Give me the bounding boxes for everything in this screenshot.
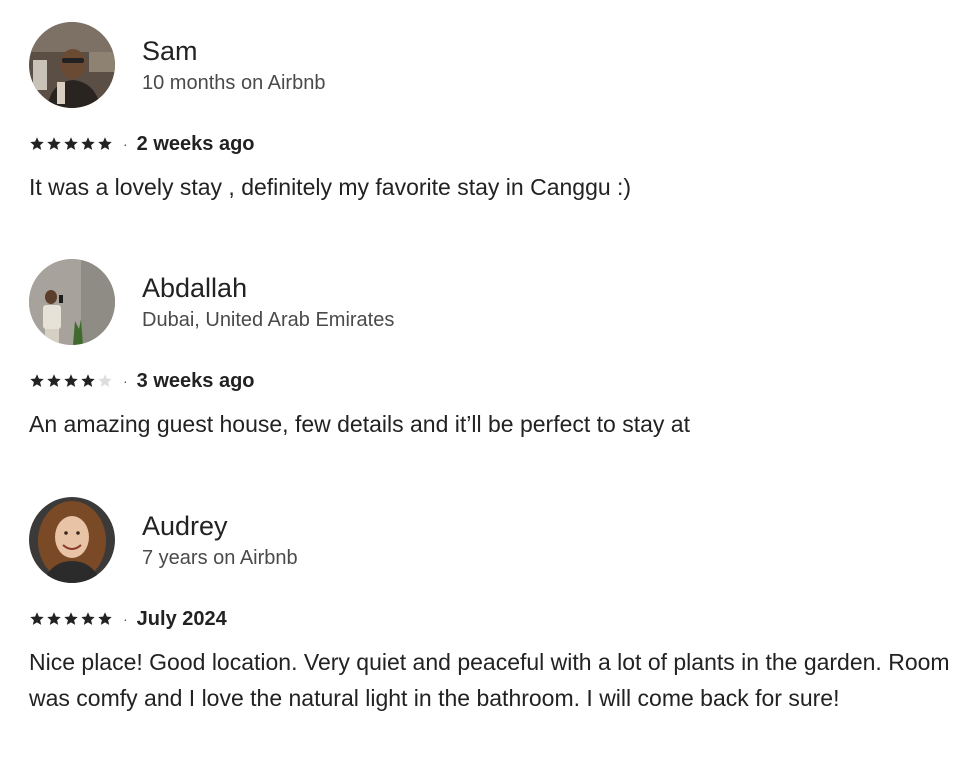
star-icon [81,612,95,625]
reviewer-name[interactable]: Audrey [142,510,298,542]
star-icon [47,137,61,150]
star-icon [64,374,78,387]
star-icon [47,374,61,387]
reviewer-name[interactable]: Sam [142,35,325,67]
review-date: July 2024 [136,607,227,630]
reviewer-info: Abdallah Dubai, United Arab Emirates [142,272,394,333]
reviewer-info: Audrey 7 years on Airbnb [142,510,298,571]
review-header: Abdallah Dubai, United Arab Emirates [29,259,954,345]
review-card: Audrey 7 years on Airbnb · July 2024 Nic… [29,497,954,716]
star-icon [30,612,44,625]
reviewer-meta: Dubai, United Arab Emirates [142,308,395,331]
avatar[interactable] [29,259,115,345]
star-icon [81,374,95,387]
separator-dot: · [123,373,128,389]
separator-dot: · [123,611,128,627]
reviewer-meta: 10 months on Airbnb [142,71,326,94]
avatar[interactable] [29,22,115,108]
rating-row: · 2 weeks ago [29,130,954,158]
reviewer-info: Sam 10 months on Airbnb [142,35,325,96]
rating-row: · July 2024 [29,605,954,633]
star-icon [98,612,112,625]
star-icon [30,374,44,387]
review-text: Nice place! Good location. Very quiet an… [29,649,950,711]
star-rating [29,611,113,627]
avatar[interactable] [29,497,115,583]
rating-row: · 3 weeks ago [29,367,954,395]
review-header: Sam 10 months on Airbnb [29,22,954,108]
review-date: 3 weeks ago [136,369,255,392]
reviewer-name[interactable]: Abdallah [142,272,394,304]
reviewer-meta: 7 years on Airbnb [142,546,298,569]
review-header: Audrey 7 years on Airbnb [29,497,954,583]
review-card: Sam 10 months on Airbnb · 2 weeks ago It… [29,22,954,205]
star-icon [64,137,78,150]
review-date: 2 weeks ago [136,132,255,155]
star-icon [30,137,44,150]
review-text: It was a lovely stay , definitely my fav… [29,174,632,200]
star-icon [47,612,61,625]
star-icon [81,137,95,150]
star-icon [98,374,112,387]
review-card: Abdallah Dubai, United Arab Emirates · 3… [29,259,954,442]
star-rating [29,373,113,389]
review-text: An amazing guest house, few details and … [29,411,690,437]
star-icon [98,137,112,150]
separator-dot: · [123,136,128,152]
star-rating [29,136,113,152]
star-icon [64,612,78,625]
